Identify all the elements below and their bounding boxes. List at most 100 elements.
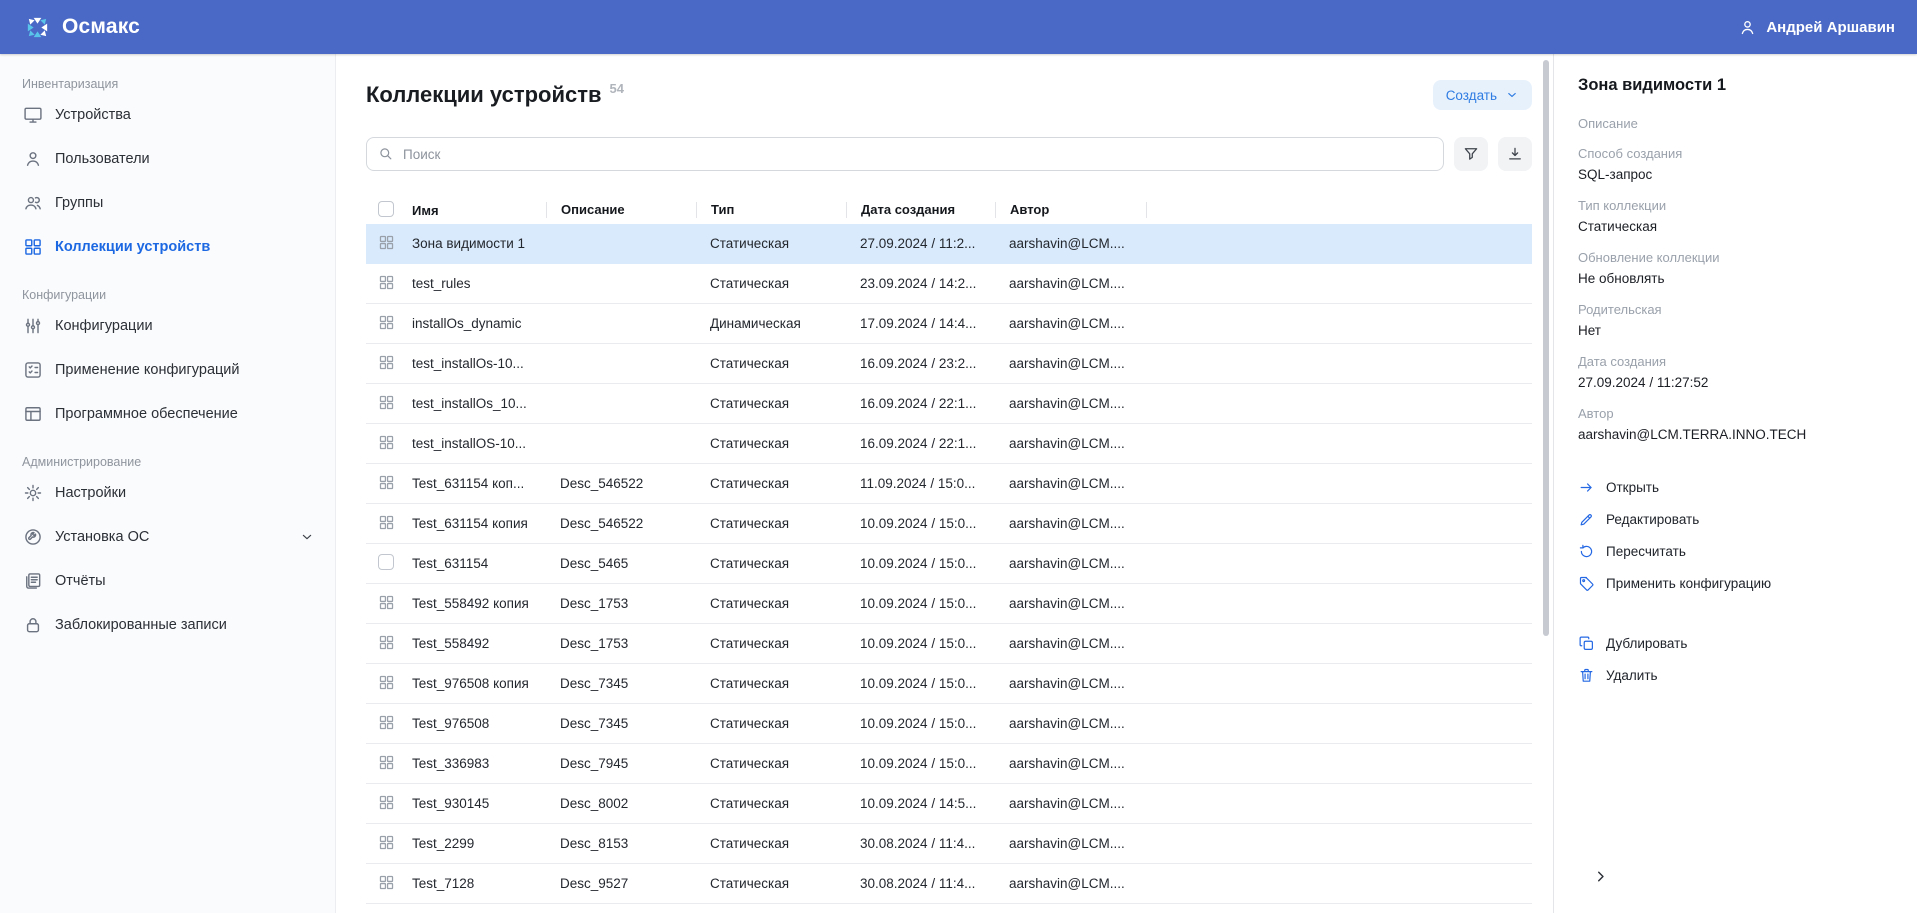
cell-type: Статическая [696, 676, 846, 691]
action-label: Дублировать [1606, 636, 1687, 651]
table-row[interactable]: Test_631154 копия Desc_546522 Статическа… [366, 504, 1532, 544]
cell-description: Desc_7945 [546, 756, 696, 771]
table-row[interactable]: Test_558492 копия Desc_1753 Статическая … [366, 584, 1532, 624]
cell-author: aarshavin@LCM.... [995, 316, 1146, 331]
field-label: Обновление коллекции [1578, 249, 1893, 266]
table-row[interactable]: Test_2299 Desc_8153 Статическая 30.08.20… [366, 824, 1532, 864]
download-icon [1506, 145, 1524, 163]
collection-grid-icon [378, 394, 395, 411]
table-row[interactable]: installOs_dynamic Динамическая 17.09.202… [366, 304, 1532, 344]
sidebar-item[interactable]: Применение конфигураций [0, 348, 335, 392]
details-field: Тип коллекции Статическая [1578, 197, 1893, 236]
cell-type: Статическая [696, 516, 846, 531]
cell-type: Статическая [696, 716, 846, 731]
chevron-down-icon [299, 529, 315, 545]
cell-description: Desc_546522 [546, 516, 696, 531]
field-label: Описание [1578, 115, 1893, 132]
table-row[interactable]: test_installOS-10... Статическая 16.09.2… [366, 424, 1532, 464]
cell-type: Статическая [696, 836, 846, 851]
action-item[interactable]: Удалить [1578, 659, 1893, 691]
create-button[interactable]: Создать [1433, 80, 1532, 110]
toolbar [366, 137, 1532, 171]
column-header-created[interactable]: Дата создания [846, 202, 995, 218]
main-content: Коллекции устройств 54 Создать Имя Описа… [336, 54, 1553, 913]
table-row[interactable]: test_installOs-10... Статическая 16.09.2… [366, 344, 1532, 384]
sidebar-item[interactable]: Группы [0, 181, 335, 225]
field-label: Способ создания [1578, 145, 1893, 162]
action-item[interactable]: Редактировать [1578, 503, 1893, 535]
search-input[interactable] [366, 137, 1444, 171]
collection-grid-icon [23, 237, 43, 257]
collection-grid-icon [378, 754, 395, 771]
filter-button[interactable] [1454, 137, 1488, 171]
row-checkbox[interactable] [378, 554, 394, 570]
cell-created: 10.09.2024 / 14:5... [846, 796, 995, 811]
details-title: Зона видимости 1 [1578, 76, 1893, 95]
sidebar-item[interactable]: Устройства [0, 93, 335, 137]
column-header-name[interactable]: Имя [412, 203, 546, 218]
cell-created: 23.09.2024 / 14:2... [846, 276, 995, 291]
table-row[interactable]: Test_631154 коп... Desc_546522 Статическ… [366, 464, 1532, 504]
users-icon [23, 193, 43, 213]
sidebar-item[interactable]: Настройки [0, 471, 335, 515]
action-item[interactable]: Пересчитать [1578, 535, 1893, 567]
cell-created: 10.09.2024 / 15:0... [846, 756, 995, 771]
cell-name: Test_631154 [412, 556, 546, 571]
user-icon [23, 149, 43, 169]
collection-grid-icon [378, 794, 395, 811]
user-menu[interactable]: Андрей Аршавин [1738, 18, 1895, 37]
search-icon [377, 145, 394, 162]
cell-type: Статическая [696, 756, 846, 771]
sidebar-item[interactable]: Коллекции устройств [0, 225, 335, 269]
table-row[interactable]: Test_930145 Desc_8002 Статическая 10.09.… [366, 784, 1532, 824]
brand: Осмакс [24, 14, 140, 41]
table-row[interactable]: Test_558492 Desc_1753 Статическая 10.09.… [366, 624, 1532, 664]
column-header-author[interactable]: Автор [995, 202, 1146, 218]
action-label: Открыть [1606, 480, 1659, 495]
cell-author: aarshavin@LCM.... [995, 876, 1146, 891]
sidebar-item[interactable]: Программное обеспечение [0, 392, 335, 436]
sidebar-item-label: Устройства [55, 107, 131, 123]
collection-grid-icon [378, 834, 395, 851]
field-value: Не обновлять [1578, 269, 1893, 288]
monitor-icon [23, 105, 43, 125]
sidebar-item[interactable]: Пользователи [0, 137, 335, 181]
collection-grid-icon [378, 514, 395, 531]
vertical-scrollbar[interactable] [1543, 60, 1549, 636]
report-icon [23, 571, 43, 591]
sidebar-item[interactable]: Конфигурации [0, 304, 335, 348]
table-row[interactable]: Зона видимости 1 Статическая 27.09.2024 … [366, 224, 1532, 264]
action-item[interactable]: Открыть [1578, 471, 1893, 503]
table-row[interactable]: Test_336983 Desc_7945 Статическая 10.09.… [366, 744, 1532, 784]
sidebar-item[interactable]: Отчёты [0, 559, 335, 603]
collection-grid-icon [378, 354, 395, 371]
action-item[interactable]: Применить конфигурацию [1578, 567, 1893, 599]
table-row[interactable]: test_installOs_10... Статическая 16.09.2… [366, 384, 1532, 424]
field-label: Родительская [1578, 301, 1893, 318]
cell-name: Test_976508 [412, 716, 546, 731]
cell-description: Desc_1753 [546, 596, 696, 611]
sidebar-item[interactable]: Заблокированные записи [0, 603, 335, 647]
column-header-description[interactable]: Описание [546, 202, 696, 218]
select-all-checkbox[interactable] [378, 201, 394, 217]
action-item[interactable]: Дублировать [1578, 627, 1893, 659]
collapse-panel-button[interactable] [1590, 866, 1611, 887]
table-row[interactable]: Test_976508 Desc_7345 Статическая 10.09.… [366, 704, 1532, 744]
export-button[interactable] [1498, 137, 1532, 171]
table-row[interactable]: Test_7128 Desc_9527 Статическая 30.08.20… [366, 864, 1532, 904]
cell-author: aarshavin@LCM.... [995, 716, 1146, 731]
sidebar-item[interactable]: Установка ОС [0, 515, 335, 559]
cell-type: Статическая [696, 236, 846, 251]
sidebar-item-label: Применение конфигураций [55, 362, 240, 378]
sidebar-section-label: Конфигурации [22, 288, 335, 302]
collection-grid-icon [378, 234, 395, 251]
table-row[interactable]: Test_631154 Desc_5465 Статическая 10.09.… [366, 544, 1532, 584]
cell-name: test_rules [412, 276, 546, 291]
table-row[interactable]: Test_976508 копия Desc_7345 Статическая … [366, 664, 1532, 704]
sidebar: Инвентаризация Устройства Пользователи [0, 54, 336, 913]
collection-grid-icon [378, 634, 395, 651]
column-header-type[interactable]: Тип [696, 202, 846, 218]
cell-name: Test_631154 коп... [412, 476, 546, 491]
collection-grid-icon [378, 314, 395, 331]
table-row[interactable]: test_rules Статическая 23.09.2024 / 14:2… [366, 264, 1532, 304]
